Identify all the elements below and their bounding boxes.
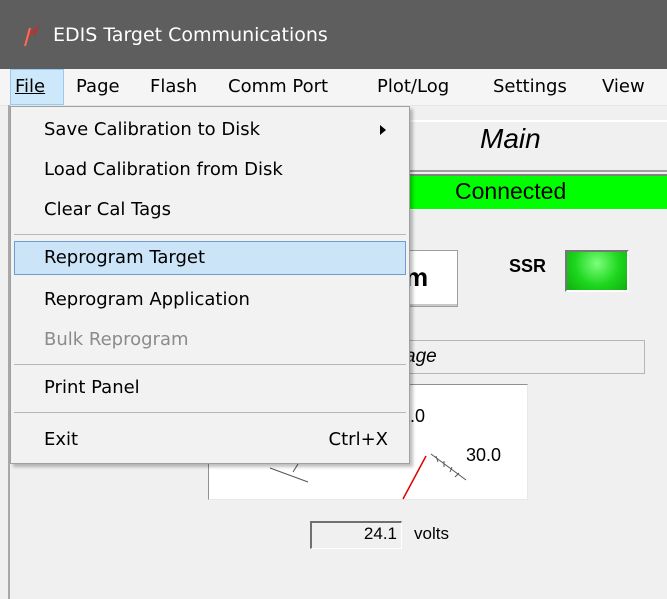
menu-view[interactable]: View (598, 69, 649, 105)
ssr-led-indicator (565, 250, 629, 292)
app-window: EDIS Target Communications File Page Fla… (0, 0, 667, 599)
voltage-unit: volts (414, 524, 449, 543)
menu-separator (14, 234, 406, 235)
menu-flash[interactable]: Flash (146, 69, 201, 105)
app-logo-icon (24, 24, 39, 47)
menu-item-bulk-reprogram: Bulk Reprogram (44, 329, 189, 350)
menu-item-clear-cal-tags[interactable]: Clear Cal Tags (14, 193, 406, 227)
menu-item-exit[interactable]: Exit Ctrl+X (14, 423, 406, 457)
gauge-label-max: 30.0 (466, 445, 502, 465)
menu-item-load-calibration[interactable]: Load Calibration from Disk (14, 153, 406, 187)
menu-item-save-calibration[interactable]: Save Calibration to Disk (14, 113, 406, 147)
status-text: Connected (455, 178, 567, 204)
window-title: EDIS Target Communications (53, 24, 328, 46)
menu-item-print-panel[interactable]: Print Panel (14, 371, 406, 405)
submenu-arrow-icon (380, 125, 386, 135)
menu-separator (14, 412, 406, 413)
gauge-label-top: .0 (410, 406, 426, 426)
voltage-value: 24.1 (363, 524, 397, 543)
menu-item-reprogram-application[interactable]: Reprogram Application (14, 283, 406, 317)
panel-title: Main (480, 123, 541, 154)
menu-separator (14, 364, 406, 365)
ssr-label: SSR (509, 256, 547, 276)
menu-comm-port[interactable]: Comm Port (224, 69, 332, 105)
file-menu-dropdown: Save Calibration to Disk Load Calibratio… (10, 106, 410, 464)
menu-settings[interactable]: Settings (489, 69, 571, 105)
title-bar: EDIS Target Communications (0, 0, 667, 69)
menu-file[interactable]: File (10, 69, 64, 105)
menu-page[interactable]: Page (72, 69, 124, 105)
menu-bar: File Page Flash Comm Port Plot/Log Setti… (0, 69, 667, 106)
section-header (405, 340, 645, 374)
exit-shortcut: Ctrl+X (328, 429, 388, 450)
menu-plot-log[interactable]: Plot/Log (373, 69, 453, 105)
menu-item-reprogram-target[interactable]: Reprogram Target (14, 241, 406, 275)
